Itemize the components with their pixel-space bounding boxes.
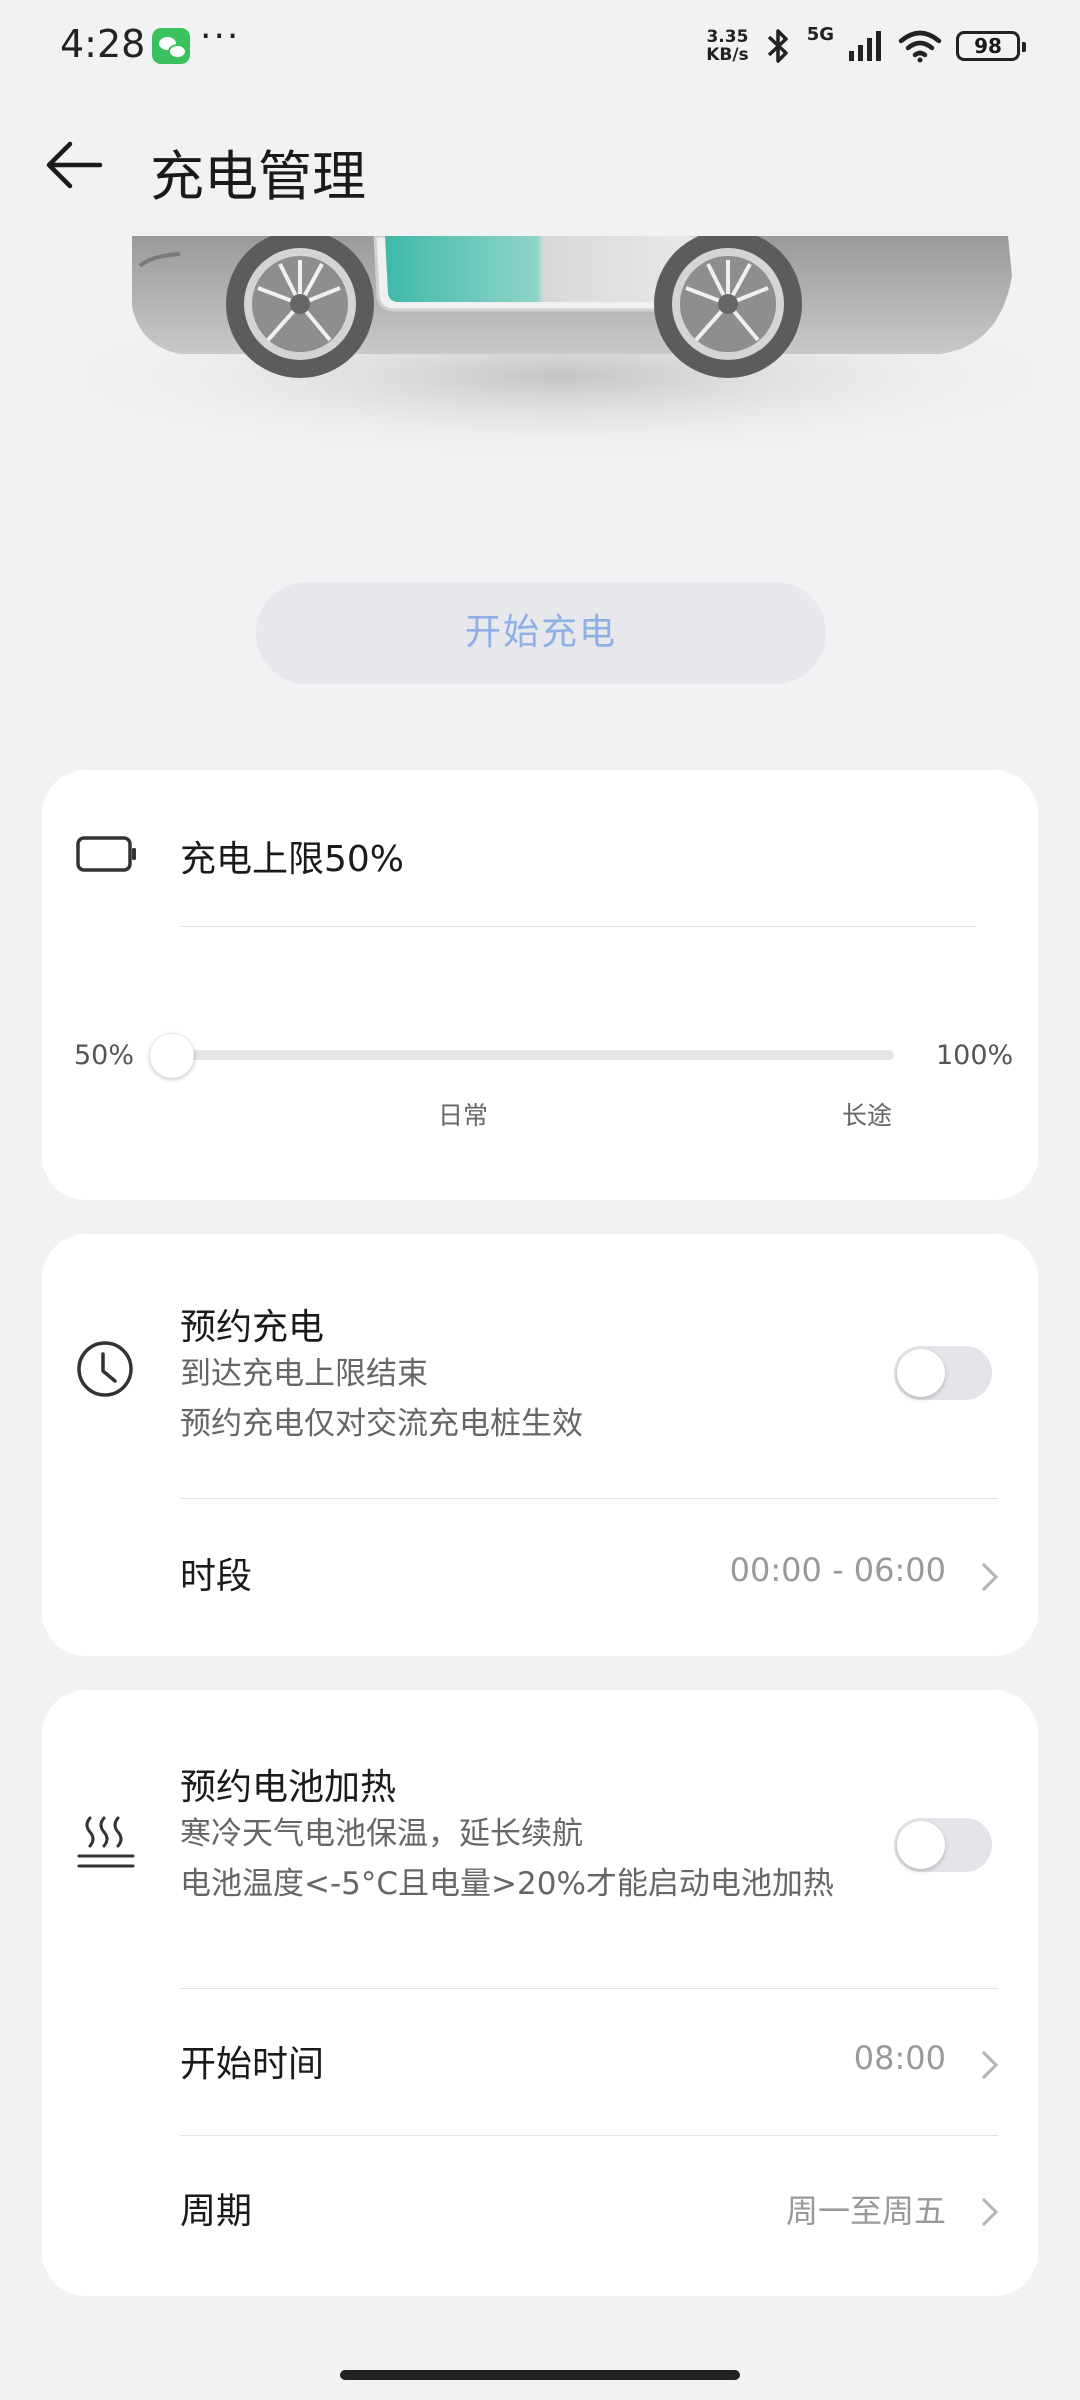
- wifi-icon: [898, 30, 942, 63]
- scheduled-charging-subtitle-2: 预约充电仅对交流充电桩生效: [180, 1406, 583, 1442]
- chevron-right-icon: [969, 2050, 999, 2080]
- battery-heating-subtitle-2: 电池温度<-5°C且电量>20%才能启动电池加热: [180, 1866, 834, 1902]
- back-arrow-icon[interactable]: [40, 130, 110, 200]
- net-speed: 3.35 KB/s: [706, 28, 748, 64]
- status-time: 4:28: [60, 22, 146, 66]
- car-illustration: [0, 236, 1080, 476]
- period-value: 00:00 - 06:00: [729, 1551, 946, 1589]
- scheduled-charging-toggle[interactable]: [894, 1346, 992, 1400]
- start-time-value: 08:00: [853, 2039, 946, 2077]
- charge-limit-slider-track[interactable]: [174, 1050, 894, 1060]
- scheduled-charging-title: 预约充电: [180, 1307, 325, 1348]
- start-time-row[interactable]: 开始时间 08:00: [42, 1989, 1038, 2135]
- tick-long-trip: 长途: [842, 1101, 893, 1130]
- period-row[interactable]: 时段 00:00 - 06:00: [42, 1499, 1038, 1656]
- battery-heating-subtitle-1: 寒冷天气电池保温，延长续航: [180, 1816, 583, 1852]
- network-type: 5G: [806, 24, 834, 45]
- charge-limit-title: 充电上限50%: [180, 839, 405, 880]
- battery-heating-title: 预约电池加热: [180, 1767, 397, 1808]
- app-header: 充电管理: [0, 110, 1080, 220]
- more-notifications-icon: ···: [200, 16, 241, 57]
- cycle-label: 周期: [180, 2191, 253, 2232]
- rear-wheel: [654, 236, 802, 378]
- tick-daily: 日常: [438, 1101, 489, 1130]
- chevron-right-icon: [969, 1562, 999, 1592]
- charge-limit-slider-thumb[interactable]: [150, 1034, 194, 1078]
- status-battery: 98: [956, 31, 1026, 61]
- wechat-icon: [152, 28, 190, 64]
- battery-icon: [76, 836, 136, 872]
- page-title: 充电管理: [150, 145, 366, 208]
- scheduled-charging-card: 预约充电 到达充电上限结束 预约充电仅对交流充电桩生效 时段 00:00 - 0…: [42, 1234, 1038, 1656]
- start-time-label: 开始时间: [180, 2044, 325, 2085]
- front-wheel: [226, 236, 374, 378]
- signal-icon: [849, 31, 881, 61]
- period-label: 时段: [180, 1556, 253, 1597]
- car-image: [20, 236, 1080, 466]
- scheduled-charging-subtitle-1: 到达充电上限结束: [180, 1356, 428, 1392]
- battery-heating-toggle[interactable]: [894, 1818, 992, 1872]
- status-bar: 4:28 ··· 3.35 KB/s 5G 98: [0, 0, 1080, 92]
- net-speed-value: 3.35: [706, 27, 749, 47]
- bluetooth-icon: [767, 29, 788, 63]
- divider: [180, 926, 976, 927]
- chevron-right-icon: [969, 2197, 999, 2227]
- cycle-row[interactable]: 周期 周一至周五: [42, 2136, 1038, 2286]
- battery-heating-card: 预约电池加热 寒冷天气电池保温，延长续航 电池温度<-5°C且电量>20%才能启…: [42, 1690, 1038, 2296]
- slider-max-label: 100%: [936, 1040, 1014, 1071]
- home-indicator[interactable]: [340, 2370, 740, 2380]
- heating-icon: [77, 1816, 135, 1868]
- slider-min-label: 50%: [74, 1040, 135, 1071]
- cycle-value: 周一至周五: [785, 2192, 946, 2230]
- net-speed-unit: KB/s: [706, 45, 749, 65]
- clock-icon: [77, 1341, 133, 1397]
- start-charging-button[interactable]: 开始充电: [256, 582, 826, 684]
- charge-limit-card: 充电上限50% 50% 100% 日常 长途: [42, 770, 1038, 1200]
